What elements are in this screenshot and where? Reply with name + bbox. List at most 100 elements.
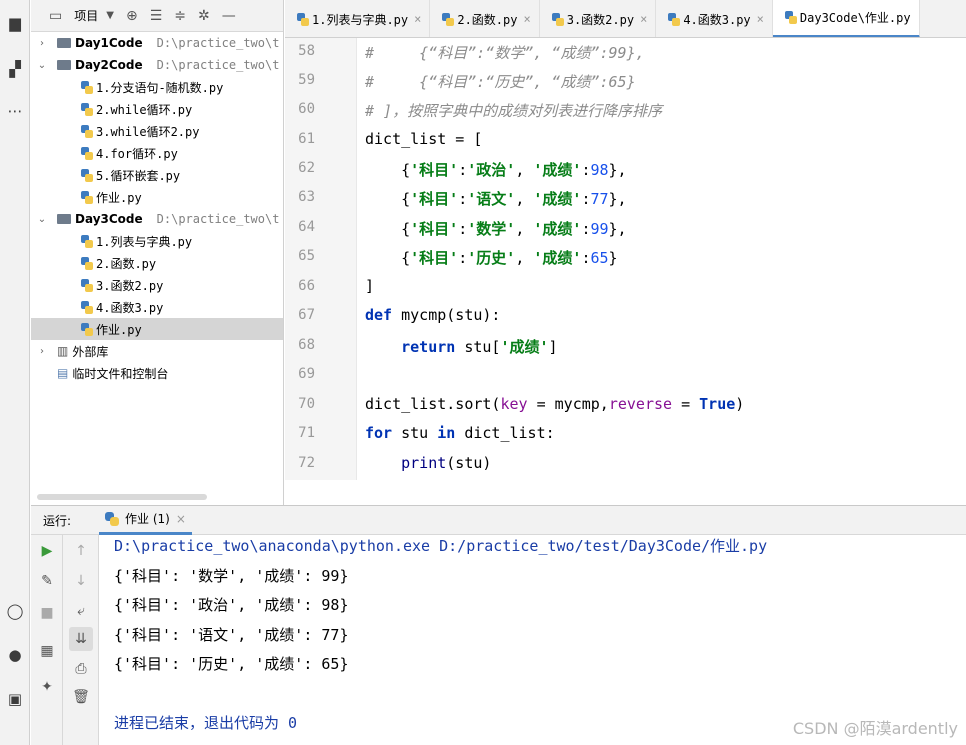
tool-window-strip: ▆ ▞ ⋯ ◯ ● ▣ bbox=[0, 0, 30, 745]
tree-item[interactable]: 作业.py bbox=[31, 186, 283, 208]
tree-item[interactable]: 作业.py bbox=[31, 318, 283, 340]
line-number: 59 bbox=[298, 72, 315, 88]
tree-item[interactable]: 4.for循环.py bbox=[31, 142, 283, 164]
run-toolbar-secondary: ↑ ↓ ⤶ ⇊ ⎙ 🗑 bbox=[63, 535, 99, 745]
project-title[interactable]: 项目 bbox=[74, 7, 98, 24]
arrow-up-icon[interactable]: ↑ bbox=[69, 539, 93, 563]
problems-icon[interactable]: ● bbox=[4, 644, 26, 666]
tree-folder[interactable]: ⌄ Day2Code D:\practice_two\t bbox=[31, 54, 283, 76]
console-output-line: {'科目': '历史', '成绩': 65} bbox=[114, 655, 349, 673]
watermark: CSDN @陌漠ardently bbox=[792, 719, 958, 738]
hide-icon[interactable]: — bbox=[222, 8, 236, 24]
run-console[interactable]: D:\practice_two\anaconda\python.exe D:/p… bbox=[100, 535, 966, 745]
locate-icon[interactable]: ⊕ bbox=[126, 8, 138, 24]
editor-tab[interactable]: Day3Code\作业.py bbox=[772, 0, 920, 37]
project-toolbar: ▭ 项目 ▼ ⊕ ☰ ≑ ✲ — bbox=[31, 0, 283, 32]
python-file-icon bbox=[81, 256, 93, 270]
tree-item[interactable]: 2.函数.py bbox=[31, 252, 283, 274]
console-output-line: {'科目': '政治', '成绩': 98} bbox=[114, 596, 349, 614]
chevron-right-icon[interactable]: › bbox=[35, 38, 49, 49]
code-line-67: def mycmp(stu): bbox=[365, 306, 501, 324]
line-number: 64 bbox=[298, 219, 315, 235]
scroll-to-end-icon[interactable]: ⇊ bbox=[69, 627, 93, 651]
line-number: 72 bbox=[298, 455, 315, 471]
structure-icon[interactable]: ▞ bbox=[4, 58, 26, 80]
library-icon: ▥ bbox=[57, 344, 69, 358]
console-output-line: {'科目': '语文', '成绩': 77} bbox=[114, 626, 349, 644]
rerun-icon[interactable]: ▶ bbox=[35, 539, 59, 563]
stop-icon[interactable]: ■ bbox=[35, 601, 59, 625]
expand-all-icon[interactable]: ☰ bbox=[150, 8, 163, 24]
editor-tab[interactable]: 2.函数.py × bbox=[430, 0, 540, 37]
code-line-64: {'科目':'数学', '成绩':99}, bbox=[365, 220, 627, 238]
close-icon[interactable]: × bbox=[176, 512, 186, 526]
chevron-down-icon[interactable]: ⌄ bbox=[35, 60, 49, 71]
code-line-61: dict_list = [ bbox=[365, 130, 483, 148]
print-icon[interactable]: ⎙ bbox=[69, 657, 93, 681]
python-console-icon[interactable]: ◯ bbox=[4, 600, 26, 622]
python-file-icon bbox=[105, 511, 120, 526]
code-editor[interactable]: 58 59 60 61 62 63 64 65 66 67 68 69 70 71 72 # {“科目”:“… bbox=[285, 38, 966, 480]
tree-item-label: 3.函数2.py bbox=[96, 278, 164, 293]
line-number: 60 bbox=[298, 101, 315, 117]
tree-item[interactable]: ▤ 临时文件和控制台 bbox=[31, 362, 283, 384]
tree-item-path: D:\practice_two\t bbox=[156, 36, 280, 50]
python-file-icon bbox=[442, 12, 455, 26]
python-file-icon bbox=[784, 11, 797, 24]
python-file-icon bbox=[81, 234, 93, 248]
tree-item[interactable]: 5.循环嵌套.py bbox=[31, 164, 283, 186]
chevron-right-icon[interactable]: › bbox=[35, 346, 49, 357]
tree-item[interactable]: 4.函数3.py bbox=[31, 296, 283, 318]
tree-item[interactable]: 1.列表与字典.py bbox=[31, 230, 283, 252]
line-number-gutter: 58 59 60 61 62 63 64 65 66 67 68 69 70 71 72 bbox=[285, 38, 357, 480]
close-icon[interactable]: × bbox=[414, 12, 421, 26]
tree-folder[interactable]: ⌄ Day3Code D:\practice_two\t bbox=[31, 208, 283, 230]
trash-icon[interactable]: 🗑 bbox=[69, 685, 93, 709]
tree-item[interactable]: 2.while循环.py bbox=[31, 98, 283, 120]
tree-item-label: 1.分支语句-随机数.py bbox=[96, 80, 224, 95]
tree-item[interactable]: › ▥ 外部库 bbox=[31, 340, 283, 362]
line-number: 63 bbox=[298, 189, 315, 205]
gear-icon[interactable]: ✲ bbox=[198, 8, 210, 24]
wrench-icon[interactable]: ✎ bbox=[35, 569, 59, 593]
horizontal-scrollbar[interactable] bbox=[37, 494, 207, 500]
editor-tab-label: Day3Code\作业.py bbox=[799, 11, 911, 25]
python-file-icon bbox=[81, 190, 93, 204]
collapse-all-icon[interactable]: ≑ bbox=[174, 8, 186, 24]
close-icon[interactable]: × bbox=[757, 12, 764, 26]
run-tab[interactable]: 作业 (1) × bbox=[99, 505, 192, 535]
tree-item-label: 2.while循环.py bbox=[96, 102, 193, 117]
code-line-62: {'科目':'政治', '成绩':98}, bbox=[365, 161, 627, 179]
layout-icon[interactable]: ▦ bbox=[35, 639, 59, 663]
line-number: 69 bbox=[298, 366, 315, 382]
code-line-70: dict_list.sort(key = mycmp,reverse = Tru… bbox=[365, 395, 745, 413]
tree-item-label: 2.函数.py bbox=[96, 256, 157, 271]
tree-item[interactable]: 3.函数2.py bbox=[31, 274, 283, 296]
tree-item-label: 5.循环嵌套.py bbox=[96, 168, 181, 183]
tree-folder[interactable]: › Day1Code D:\practice_two\t bbox=[31, 32, 283, 54]
code-line-63: {'科目':'语文', '成绩':77}, bbox=[365, 190, 627, 208]
chevron-down-icon[interactable]: ▼ bbox=[106, 10, 114, 21]
tree-item[interactable]: 1.分支语句-随机数.py bbox=[31, 76, 283, 98]
project-folder-icon[interactable]: ▆ bbox=[4, 12, 26, 34]
more-icon[interactable]: ⋯ bbox=[4, 100, 26, 122]
editor-tab[interactable]: 3.函数2.py × bbox=[540, 0, 657, 37]
soft-wrap-icon[interactable]: ⤶ bbox=[69, 599, 93, 623]
python-file-icon bbox=[81, 124, 93, 138]
python-file-icon bbox=[81, 278, 93, 292]
terminal-icon[interactable]: ▣ bbox=[4, 688, 26, 710]
code-line-60: # ]，按照字典中的成绩对列表进行降序排序 bbox=[365, 102, 663, 120]
tree-item-label: 4.for循环.py bbox=[96, 146, 178, 161]
close-icon[interactable]: × bbox=[640, 12, 647, 26]
chevron-down-icon[interactable]: ⌄ bbox=[35, 214, 49, 225]
line-number: 71 bbox=[298, 425, 315, 441]
pin-icon[interactable]: ✦ bbox=[35, 675, 59, 699]
editor-tab[interactable]: 4.函数3.py × bbox=[656, 0, 773, 37]
project-panel: ▭ 项目 ▼ ⊕ ☰ ≑ ✲ — › Day1Code D:\practice_tw… bbox=[31, 0, 284, 505]
line-number: 68 bbox=[298, 337, 315, 353]
editor-tab[interactable]: 1.列表与字典.py × bbox=[285, 0, 431, 37]
close-icon[interactable]: × bbox=[523, 12, 530, 26]
tree-item[interactable]: 3.while循环2.py bbox=[31, 120, 283, 142]
run-tab-label: 作业 (1) bbox=[125, 512, 170, 526]
arrow-down-icon[interactable]: ↓ bbox=[69, 569, 93, 593]
